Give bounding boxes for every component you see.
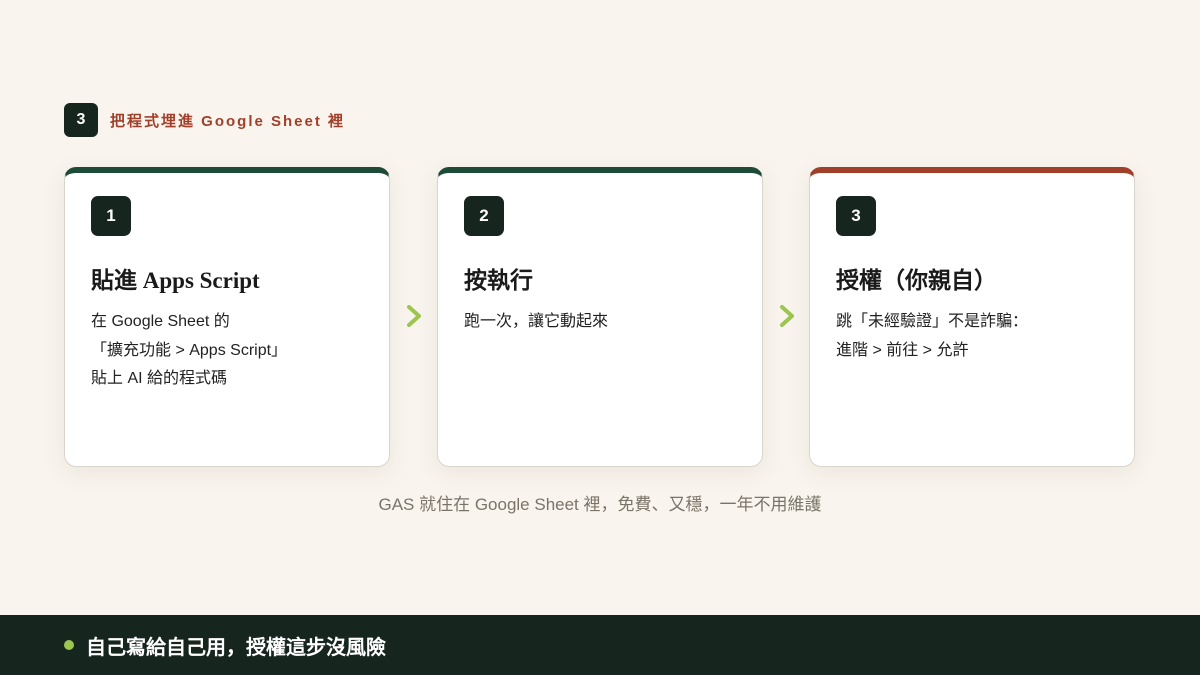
step-description: 跑一次，讓它動起來 bbox=[464, 308, 742, 337]
step-description-line: 在 Google Sheet 的 bbox=[91, 313, 230, 330]
step-card-1: 1 貼進 Apps Script 在 Google Sheet 的 「擴充功能 … bbox=[64, 167, 390, 467]
step-description-line: 跳「未經驗證」不是詐騙： bbox=[836, 313, 1029, 330]
step-title: 授權（你親自） bbox=[836, 268, 997, 293]
step-description-line: 「擴充功能 > Apps Script」 bbox=[91, 341, 288, 359]
step-card-3: 3 授權（你親自） 跳「未經驗證」不是詐騙： 進階 > 前往 > 允許 bbox=[809, 167, 1135, 467]
step-number-badge: 3 bbox=[836, 196, 876, 236]
chevron-right-icon bbox=[404, 302, 424, 330]
footer-bar: 自己寫給自己用，授權這步沒風險 bbox=[0, 615, 1200, 675]
section-title: 把程式埋進 Google Sheet 裡 bbox=[110, 112, 346, 130]
step-description-line: 進階 > 前往 > 允許 bbox=[836, 341, 969, 359]
caption: GAS 就住在 Google Sheet 裡，免費、又穩，一年不用維護 bbox=[378, 495, 822, 514]
step-title: 按執行 bbox=[464, 268, 533, 293]
step-number-badge: 2 bbox=[464, 196, 504, 236]
step-description: 跳「未經驗證」不是詐騙： 進階 > 前往 > 允許 bbox=[836, 308, 1114, 365]
step-title: 貼進 Apps Script bbox=[91, 268, 260, 293]
step-description: 在 Google Sheet 的 「擴充功能 > Apps Script」 貼上… bbox=[91, 308, 369, 394]
step-description-line: 貼上 AI 給的程式碼 bbox=[91, 370, 228, 387]
chevron-right-icon bbox=[777, 302, 797, 330]
step-description-line: 跑一次，讓它動起來 bbox=[464, 313, 609, 330]
section-number-badge: 3 bbox=[64, 103, 98, 137]
step-card-2: 2 按執行 跑一次，讓它動起來 bbox=[437, 167, 763, 467]
step-number-badge: 1 bbox=[91, 196, 131, 236]
section-header: 3 把程式埋進 Google Sheet 裡 bbox=[64, 103, 345, 137]
footer-text: 自己寫給自己用，授權這步沒風險 bbox=[86, 636, 386, 659]
dot-icon bbox=[64, 640, 74, 650]
